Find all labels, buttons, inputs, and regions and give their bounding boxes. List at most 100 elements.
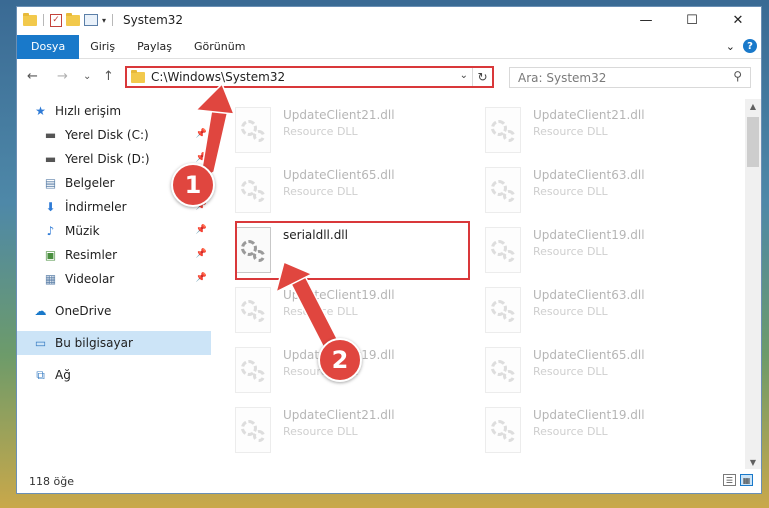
highlight-box-serialdll	[235, 221, 470, 280]
file-name: UpdateClient19.dll	[283, 288, 395, 302]
tab-file[interactable]: Dosya	[17, 34, 80, 59]
file-type: Resource DLL	[533, 245, 608, 258]
sidebar-item-music[interactable]: ♪ Müzik 📌	[17, 219, 211, 243]
help-icon[interactable]: ?	[743, 39, 757, 53]
scrollbar-thumb[interactable]	[747, 117, 759, 167]
close-button[interactable]: ✕	[715, 7, 761, 33]
dll-file-icon	[235, 407, 271, 453]
callout-1: 1	[171, 163, 215, 207]
recent-locations-button[interactable]: ⌄	[83, 71, 91, 82]
sidebar-item-local-disk-c[interactable]: ▬ Yerel Disk (C:) 📌	[17, 123, 211, 147]
pin-icon[interactable]: 📌	[196, 129, 207, 139]
pin-icon[interactable]: 📌	[196, 249, 207, 259]
ribbon-tabs: Dosya Giriş Paylaş Görünüm ⌄ ?	[17, 34, 761, 59]
file-name: UpdateClient21.dll	[533, 108, 645, 122]
sidebar-item-label: OneDrive	[55, 304, 112, 318]
sidebar-item-label: Müzik	[65, 224, 100, 238]
search-placeholder: Ara: System32	[518, 70, 607, 85]
vertical-scrollbar[interactable]: ▲ ▼	[745, 99, 761, 469]
dll-file-icon	[235, 287, 271, 333]
file-item[interactable]: UpdateClient65.dll Resource DLL	[223, 165, 461, 219]
address-dropdown-icon[interactable]: ⌄	[460, 70, 468, 81]
computer-icon: ▭	[34, 336, 47, 350]
sidebar-item-onedrive[interactable]: ☁ OneDrive	[17, 299, 211, 323]
pin-icon[interactable]: 📌	[196, 153, 207, 163]
back-button[interactable]: ←	[27, 69, 38, 84]
file-item[interactable]: UpdateClient21.dll Resource DLL	[223, 105, 461, 159]
sidebar-item-pictures[interactable]: ▣ Resimler 📌	[17, 243, 211, 267]
star-icon: ★	[35, 104, 46, 118]
file-item[interactable]: UpdateClient19.dll Resource DLL	[473, 225, 711, 279]
tab-home[interactable]: Giriş	[79, 35, 126, 59]
dll-file-icon	[235, 347, 271, 393]
file-type: Resource DLL	[533, 365, 608, 378]
tab-view[interactable]: Görünüm	[183, 35, 256, 59]
sidebar-item-quick-access[interactable]: ★ Hızlı erişim	[17, 99, 211, 123]
folder-icon	[131, 69, 145, 83]
properties-check-icon[interactable]: ✓	[50, 13, 62, 27]
file-item[interactable]: UpdateClient65.dll Resource DLL	[473, 345, 711, 399]
dll-file-icon	[485, 287, 521, 333]
pin-icon[interactable]: 📌	[196, 225, 207, 235]
maximize-button[interactable]: ☐	[669, 7, 715, 33]
address-path[interactable]: C:\Windows\System32	[151, 70, 285, 84]
file-list: UpdateClient21.dll Resource DLL UpdateCli…	[223, 99, 745, 469]
cloud-icon: ☁	[34, 304, 47, 318]
title-bar: ✓ ▾ System32 — ☐ ✕	[17, 7, 761, 33]
dll-file-icon	[485, 347, 521, 393]
tiles-view-icon[interactable]: ▦	[740, 474, 753, 486]
search-icon[interactable]: ⚲	[733, 69, 742, 83]
file-item[interactable]: UpdateClient63.dll Resource DLL	[473, 165, 711, 219]
properties-icon[interactable]	[84, 14, 98, 26]
drive-icon: ▬	[44, 152, 57, 166]
customize-dropdown-icon[interactable]: ▾	[102, 16, 106, 25]
file-name: UpdateClient19.dll	[533, 408, 645, 422]
address-bar[interactable]: C:\Windows\System32 ⌄ ↻	[125, 66, 494, 88]
scroll-up-icon[interactable]: ▲	[745, 99, 761, 113]
expand-ribbon-icon[interactable]: ⌄	[726, 40, 735, 53]
dll-file-icon	[485, 227, 521, 273]
file-type: Resource DLL	[283, 305, 358, 318]
file-type: Resource DLL	[283, 185, 358, 198]
up-button[interactable]: ↑	[103, 69, 114, 84]
file-name: UpdateClient65.dll	[283, 168, 395, 182]
refresh-button[interactable]: ↻	[472, 68, 492, 86]
sidebar-item-label: Bu bilgisayar	[55, 336, 133, 350]
item-count: 118 öğe	[29, 474, 74, 488]
sidebar-item-label: Belgeler	[65, 176, 115, 190]
search-box[interactable]: Ara: System32 ⚲	[509, 67, 751, 88]
file-type: Resource DLL	[533, 425, 608, 438]
pin-icon[interactable]: 📌	[196, 273, 207, 283]
file-item[interactable]: UpdateClient63.dll Resource DLL	[473, 285, 711, 339]
scroll-down-icon[interactable]: ▼	[745, 455, 761, 469]
folder-icon	[23, 12, 37, 26]
sidebar-item-label: Ağ	[55, 368, 71, 382]
tab-share[interactable]: Paylaş	[126, 35, 183, 59]
sidebar-item-this-pc[interactable]: ▭ Bu bilgisayar	[17, 331, 211, 355]
file-name: UpdateClient21.dll	[283, 108, 395, 122]
sidebar-item-label: Resimler	[65, 248, 118, 262]
file-item[interactable]: UpdateClient19.dll Resource DLL	[223, 285, 461, 339]
new-folder-icon[interactable]	[66, 12, 80, 26]
sidebar-item-videos[interactable]: ▦ Videolar 📌	[17, 267, 211, 291]
file-item[interactable]: UpdateClient21.dll Resource DLL	[473, 105, 711, 159]
sidebar-item-label: Videolar	[65, 272, 115, 286]
forward-button[interactable]: →	[57, 69, 68, 84]
file-type: Resource DLL	[533, 305, 608, 318]
sidebar-item-label: Yerel Disk (D:)	[65, 152, 150, 166]
sidebar-item-network[interactable]: ⧉ Ağ	[17, 363, 211, 387]
minimize-button[interactable]: —	[623, 7, 669, 33]
dll-file-icon	[235, 167, 271, 213]
file-item[interactable]: UpdateClient21.dll Resource DLL	[223, 405, 461, 459]
file-name: UpdateClient21.dll	[283, 408, 395, 422]
file-name: UpdateClient63.dll	[533, 288, 645, 302]
file-type: Resource DLL	[533, 185, 608, 198]
file-type: Resource DLL	[283, 425, 358, 438]
details-view-icon[interactable]: ☰	[723, 474, 736, 486]
callout-2: 2	[318, 338, 362, 382]
file-name: UpdateClient65.dll	[533, 348, 645, 362]
ribbon-controls: ⌄ ?	[726, 39, 757, 53]
file-item[interactable]: UpdateClient19.dll Resource DLL	[473, 405, 711, 459]
